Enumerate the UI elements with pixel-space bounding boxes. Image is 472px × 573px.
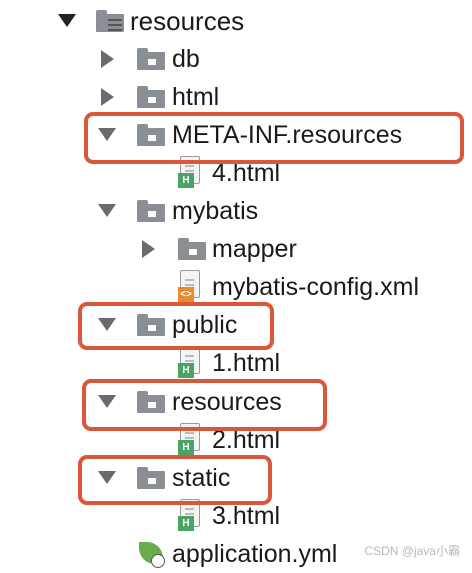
folder-icon: [137, 200, 165, 222]
expand-arrow-icon[interactable]: [98, 204, 116, 217]
highlight-box-resources: [82, 379, 327, 431]
folder-icon: [137, 48, 165, 70]
highlight-box-public: [78, 302, 274, 350]
tree-node-label: 1.html: [212, 349, 281, 377]
tree-node-label: html: [172, 83, 220, 111]
spring-config-icon: [137, 538, 167, 570]
tree-node-label: resources: [130, 6, 245, 36]
tree-node-label: db: [172, 45, 200, 73]
tree-node-mybatis-config-xml[interactable]: <> mybatis-config.xml: [0, 268, 472, 306]
highlight-box-meta-inf: [84, 112, 464, 164]
collapse-arrow-icon[interactable]: [101, 50, 114, 68]
folder-icon: [137, 86, 165, 108]
highlight-box-static: [78, 455, 272, 505]
tree-node-mapper[interactable]: mapper: [0, 230, 472, 268]
tree-node-html[interactable]: html: [0, 78, 472, 116]
collapse-arrow-icon[interactable]: [142, 240, 155, 258]
folder-icon: [178, 238, 206, 260]
tree-node-label: application.yml: [172, 540, 338, 568]
tree-node-label: mapper: [212, 235, 297, 263]
expand-arrow-icon[interactable]: [58, 14, 76, 27]
tree-node-mybatis[interactable]: mybatis: [0, 192, 472, 230]
tree-node-label: mybatis: [172, 197, 259, 225]
tree-node-label: mybatis-config.xml: [212, 273, 419, 301]
collapse-arrow-icon[interactable]: [101, 88, 114, 106]
tree-node-resources-root[interactable]: resources: [0, 2, 472, 40]
tree-node-db[interactable]: db: [0, 40, 472, 78]
xml-file-icon: <>: [178, 270, 204, 302]
resources-folder-icon: [96, 10, 124, 32]
watermark: CSDN @java小霸: [364, 544, 460, 558]
html-file-icon: H: [178, 346, 204, 378]
project-tree: resources db html META-INF.resources H 4…: [0, 0, 472, 572]
